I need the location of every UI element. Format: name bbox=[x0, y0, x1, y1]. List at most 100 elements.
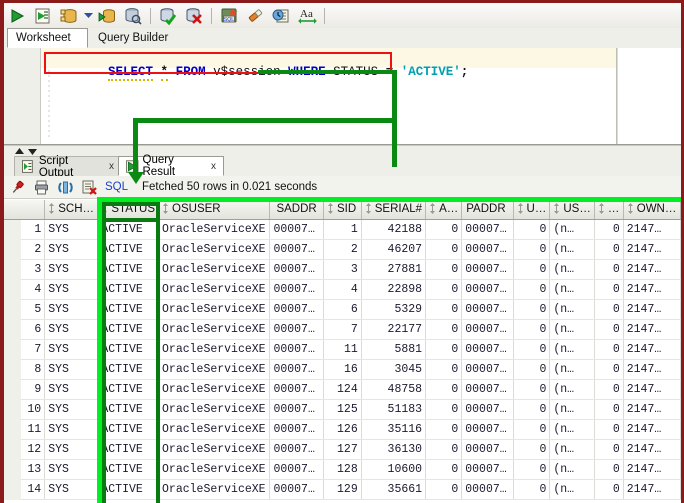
cell-u[interactable]: 0 bbox=[513, 299, 551, 320]
column-header-a[interactable]: A… bbox=[425, 200, 463, 220]
cell-sid[interactable]: 7 bbox=[323, 319, 362, 340]
cell-status[interactable]: ACTIVE bbox=[97, 259, 160, 280]
row-number-cell[interactable]: 13 bbox=[21, 459, 46, 480]
cell-serial[interactable]: 46207 bbox=[361, 239, 427, 260]
run-statement-icon[interactable] bbox=[5, 4, 29, 27]
cell-us[interactable]: (n… bbox=[549, 219, 595, 240]
column-header-own[interactable]: OWN… bbox=[623, 200, 681, 220]
run-script-icon[interactable] bbox=[31, 4, 55, 27]
column-header-paddr[interactable]: PADDR bbox=[461, 200, 514, 220]
cell-own[interactable]: 2147… bbox=[623, 339, 681, 360]
cell-sid[interactable]: 16 bbox=[323, 359, 362, 380]
cell-sch[interactable]: SYS bbox=[44, 259, 99, 280]
column-header-osuser[interactable]: OSUSER bbox=[158, 200, 271, 220]
cell-sid[interactable]: 3 bbox=[323, 259, 362, 280]
cell-paddr[interactable]: 00007… bbox=[461, 319, 514, 340]
cell-[interactable]: 0 bbox=[594, 399, 624, 420]
cell-own[interactable]: 2147… bbox=[623, 359, 681, 380]
cell-a[interactable]: 0 bbox=[425, 259, 463, 280]
tab-script-output-close[interactable]: x bbox=[109, 161, 114, 172]
column-header-saddr[interactable]: SADDR bbox=[269, 200, 324, 220]
cell-serial[interactable]: 5881 bbox=[361, 339, 427, 360]
cell-sid[interactable]: 126 bbox=[323, 419, 362, 440]
cell-u[interactable]: 0 bbox=[513, 419, 551, 440]
table-row[interactable]: 9 SYS ACTIVE OracleServiceXE 00007… 124 48758 0… bbox=[21, 379, 681, 400]
table-row[interactable]: 13 SYS ACTIVE OracleServiceXE 00007… 128 10600… bbox=[21, 459, 681, 480]
cell-saddr[interactable]: 00007… bbox=[269, 419, 324, 440]
freeze-icon[interactable] bbox=[54, 177, 76, 197]
cell-status[interactable]: ACTIVE bbox=[97, 379, 160, 400]
cell-serial[interactable]: 36130 bbox=[361, 439, 427, 460]
cell-sch[interactable]: SYS bbox=[44, 219, 99, 240]
cell-[interactable]: 0 bbox=[594, 299, 624, 320]
cell-u[interactable]: 0 bbox=[513, 319, 551, 340]
cell-us[interactable]: (n… bbox=[549, 259, 595, 280]
cell-[interactable]: 0 bbox=[594, 319, 624, 340]
row-number-cell[interactable]: 9 bbox=[21, 379, 46, 400]
cell-paddr[interactable]: 00007… bbox=[461, 379, 514, 400]
cell-us[interactable]: (n… bbox=[549, 339, 595, 360]
column-header-u[interactable]: U… bbox=[513, 200, 551, 220]
cell-saddr[interactable]: 00007… bbox=[269, 219, 324, 240]
cell-sch[interactable]: SYS bbox=[44, 399, 99, 420]
cell-own[interactable]: 2147… bbox=[623, 279, 681, 300]
cell-status[interactable]: ACTIVE bbox=[97, 419, 160, 440]
unshared-sql-worksheet-icon[interactable]: SQL bbox=[217, 4, 241, 27]
cell-a[interactable]: 0 bbox=[425, 479, 463, 500]
cell-paddr[interactable]: 00007… bbox=[461, 299, 514, 320]
cell-serial[interactable]: 5329 bbox=[361, 299, 427, 320]
cell-us[interactable]: (n… bbox=[549, 419, 595, 440]
cell-paddr[interactable]: 00007… bbox=[461, 339, 514, 360]
table-row[interactable]: 1 SYS ACTIVE OracleServiceXE 00007… 1 42188 0 00… bbox=[21, 219, 681, 240]
table-row[interactable]: 6 SYS ACTIVE OracleServiceXE 00007… 7 22177 0 00… bbox=[21, 319, 681, 340]
cell-sch[interactable]: SYS bbox=[44, 319, 99, 340]
cell-[interactable]: 0 bbox=[594, 279, 624, 300]
cell-sch[interactable]: SYS bbox=[44, 299, 99, 320]
cell-us[interactable]: (n… bbox=[549, 459, 595, 480]
cell-u[interactable]: 0 bbox=[513, 359, 551, 380]
cell-sch[interactable]: SYS bbox=[44, 279, 99, 300]
completion-insight-icon[interactable]: Aa bbox=[295, 4, 319, 27]
cell-u[interactable]: 0 bbox=[513, 479, 551, 500]
cell-us[interactable]: (n… bbox=[549, 439, 595, 460]
row-number-cell[interactable]: 10 bbox=[21, 399, 46, 420]
cell-a[interactable]: 0 bbox=[425, 439, 463, 460]
table-row[interactable]: 10 SYS ACTIVE OracleServiceXE 00007… 125 51183… bbox=[21, 399, 681, 420]
cell-saddr[interactable]: 00007… bbox=[269, 239, 324, 260]
cell-[interactable]: 0 bbox=[594, 379, 624, 400]
cell-u[interactable]: 0 bbox=[513, 379, 551, 400]
table-row[interactable]: 4 SYS ACTIVE OracleServiceXE 00007… 4 22898 0 00… bbox=[21, 279, 681, 300]
cell-a[interactable]: 0 bbox=[425, 279, 463, 300]
cell-status[interactable]: ACTIVE bbox=[97, 439, 160, 460]
column-header-us[interactable]: US… bbox=[549, 200, 595, 220]
column-header-serial[interactable]: SERIAL# bbox=[361, 200, 427, 220]
explain-plan-icon[interactable] bbox=[57, 4, 81, 27]
cell-us[interactable]: (n… bbox=[549, 239, 595, 260]
cell-a[interactable]: 0 bbox=[425, 419, 463, 440]
print-icon[interactable] bbox=[30, 177, 52, 197]
cell-paddr[interactable]: 00007… bbox=[461, 219, 514, 240]
cell-sid[interactable]: 2 bbox=[323, 239, 362, 260]
cell-own[interactable]: 2147… bbox=[623, 239, 681, 260]
tab-script-output[interactable]: Script Output x bbox=[14, 155, 122, 179]
cell-status[interactable]: ACTIVE bbox=[97, 279, 160, 300]
cell-sid[interactable]: 125 bbox=[323, 399, 362, 420]
row-number-cell[interactable]: 3 bbox=[21, 259, 46, 280]
cell-paddr[interactable]: 00007… bbox=[461, 279, 514, 300]
chevron-down-icon[interactable] bbox=[82, 4, 94, 27]
grid-row-header-strip[interactable] bbox=[4, 200, 22, 500]
cell-sid[interactable]: 4 bbox=[323, 279, 362, 300]
pin-icon[interactable] bbox=[6, 177, 28, 197]
row-number-cell[interactable]: 7 bbox=[21, 339, 46, 360]
cell-serial[interactable]: 35116 bbox=[361, 419, 427, 440]
cell-own[interactable]: 2147… bbox=[623, 459, 681, 480]
cell-[interactable]: 0 bbox=[594, 359, 624, 380]
cell-u[interactable]: 0 bbox=[513, 239, 551, 260]
tab-worksheet[interactable]: Worksheet bbox=[7, 28, 88, 48]
cell-u[interactable]: 0 bbox=[513, 279, 551, 300]
cell-own[interactable]: 2147… bbox=[623, 399, 681, 420]
cell-saddr[interactable]: 00007… bbox=[269, 359, 324, 380]
cell-paddr[interactable]: 00007… bbox=[461, 419, 514, 440]
cell-saddr[interactable]: 00007… bbox=[269, 259, 324, 280]
table-row[interactable]: 7 SYS ACTIVE OracleServiceXE 00007… 11 5881 0 00… bbox=[21, 339, 681, 360]
